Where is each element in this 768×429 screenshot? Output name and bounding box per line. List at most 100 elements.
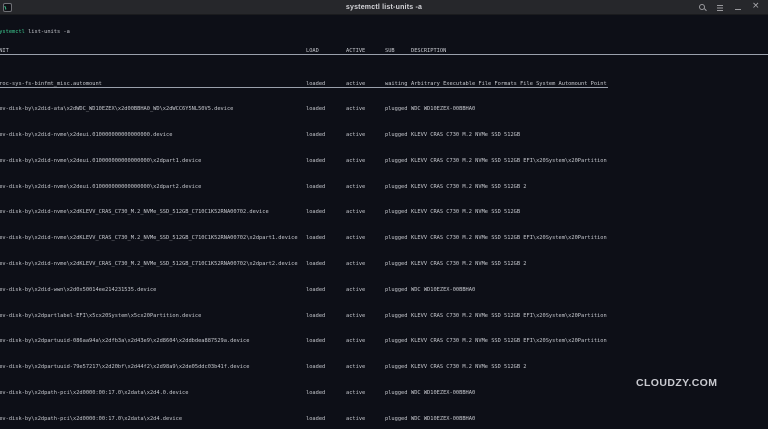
- unit-name: dev-disk-by\x2did-nvme\x2deui.0100000000…: [0, 157, 202, 164]
- unit-description: KLEVV CRAS C730 M.2 NVMe SSD 512GB 2: [411, 261, 527, 268]
- search-icon[interactable]: [698, 3, 706, 11]
- unit-name: dev-disk-by\x2did-nvme\x2deui.0100000000…: [0, 183, 202, 190]
- unit-description: KLEVV CRAS C730 M.2 NVMe SSD 512GB: [411, 209, 521, 216]
- active-state: active: [346, 390, 366, 397]
- table-header-row: UNIT LOAD ACTIVE SUB DESCRIPTION: [0, 48, 768, 56]
- active-state: active: [346, 157, 366, 164]
- load-state: loaded: [306, 183, 326, 190]
- menu-icon[interactable]: [716, 3, 724, 11]
- unit-name: dev-disk-by\x2did-nvme\x2dKLEVV_CRAS_C73…: [0, 235, 298, 242]
- table-row: dev-disk-by\x2did-nvme\x2dKLEVV_CRAS_C73…: [0, 261, 768, 267]
- unit-name: dev-disk-by\x2did-nvme\x2dKLEVV_CRAS_C73…: [0, 261, 298, 268]
- sub-state: plugged: [385, 235, 408, 242]
- table-row: dev-disk-by\x2did-ata\x2dWDC_WD10EZEX\x2…: [0, 106, 768, 112]
- sub-state: plugged: [385, 286, 408, 293]
- table-row: dev-disk-by\x2did-nvme\x2deui.0100000000…: [0, 184, 768, 190]
- window-title: systemctl list-units -a: [345, 3, 423, 11]
- unit-name: dev-disk-by\x2did-ata\x2dWDC_WD10EZEX\x2…: [0, 106, 234, 113]
- active-state: active: [346, 312, 366, 319]
- load-state: loaded: [306, 415, 326, 422]
- table-row: dev-disk-by\x2dpartlabel-EFI\x5cx20Syste…: [0, 313, 768, 319]
- header-sub: SUB: [385, 48, 395, 55]
- unit-description: KLEVV CRAS C730 M.2 NVMe SSD 512GB EFI\x…: [411, 338, 607, 345]
- active-state: active: [346, 209, 366, 216]
- active-state: active: [346, 415, 366, 422]
- active-state: active: [346, 106, 366, 113]
- table-row: dev-disk-by\x2dpartuuid-79e57217\x2d20bf…: [0, 364, 768, 370]
- unit-name: proc-sys-fs-binfmt_misc.automount: [0, 80, 102, 87]
- table-row: dev-disk-by\x2did-nvme\x2deui.0100000000…: [0, 132, 768, 138]
- unit-name: dev-disk-by\x2dpartlabel-EFI\x5cx20Syste…: [0, 312, 202, 319]
- table-row: dev-disk-by\x2dpath-pci\x2d0000:00:17.0\…: [0, 390, 768, 396]
- sub-state: plugged: [385, 390, 408, 397]
- unit-description: WDC WD10EZEX-00BBHA0: [411, 390, 476, 397]
- load-state: loaded: [306, 209, 326, 216]
- load-state: loaded: [306, 106, 326, 113]
- watermark: CLOUDZY.COM: [636, 377, 718, 389]
- close-icon[interactable]: [752, 1, 760, 11]
- sub-state: plugged: [385, 157, 408, 164]
- header-active: ACTIVE: [346, 48, 366, 55]
- minimize-icon[interactable]: [734, 3, 742, 11]
- unit-description: KLEVV CRAS C730 M.2 NVMe SSD 512GB 2: [411, 183, 527, 190]
- active-state: active: [346, 183, 366, 190]
- sub-state: plugged: [385, 209, 408, 216]
- active-state: active: [346, 261, 366, 268]
- active-state: active: [346, 235, 366, 242]
- unit-description: KLEVV CRAS C730 M.2 NVMe SSD 512GB EFI\x…: [411, 157, 607, 164]
- active-state: active: [346, 364, 366, 371]
- command-args: list-units -a: [24, 28, 70, 35]
- header-unit: UNIT: [0, 48, 9, 55]
- load-state: loaded: [306, 261, 326, 268]
- sub-state: plugged: [385, 312, 408, 319]
- sub-state: plugged: [385, 183, 408, 190]
- load-state: loaded: [306, 312, 326, 319]
- load-state: loaded: [306, 132, 326, 139]
- titlebar-buttons: [698, 0, 760, 14]
- unit-name: dev-disk-by\x2did-nvme\x2dKLEVV_CRAS_C73…: [0, 209, 269, 216]
- unit-description: WDC WD10EZEX-00BBHA0: [411, 415, 476, 422]
- table-row: dev-disk-by\x2did-nvme\x2dKLEVV_CRAS_C73…: [0, 209, 768, 215]
- table-row: dev-disk-by\x2did-wwn\x2d0x50014ee214231…: [0, 287, 768, 293]
- active-state: active: [346, 80, 366, 87]
- command-name: systemctl: [0, 28, 25, 35]
- sub-state: waiting: [385, 80, 408, 87]
- header-description: DESCRIPTION: [411, 48, 447, 55]
- unit-name: dev-disk-by\x2did-nvme\x2deui.0100000000…: [0, 132, 173, 139]
- load-state: loaded: [306, 286, 326, 293]
- unit-description: KLEVV CRAS C730 M.2 NVMe SSD 512GB EFI\x…: [411, 312, 607, 319]
- load-state: loaded: [306, 364, 326, 371]
- header-load: LOAD: [306, 48, 319, 55]
- table-row: proc-sys-fs-binfmt_misc.automount loaded…: [0, 80, 768, 89]
- unit-name: dev-disk-by\x2dpartuuid-79e57217\x2d20bf…: [0, 364, 250, 371]
- unit-name: dev-disk-by\x2did-wwn\x2d0x50014ee214231…: [0, 286, 157, 293]
- unit-description: WDC WD10EZEX-00BBHA0: [411, 106, 476, 113]
- table-row: dev-disk-by\x2dpartuuid-086aa94a\x2dfb3a…: [0, 338, 768, 344]
- active-state: active: [346, 338, 366, 345]
- table-row: dev-disk-by\x2did-nvme\x2deui.0100000000…: [0, 158, 768, 164]
- unit-table-body: proc-sys-fs-binfmt_misc.automount loaded…: [0, 68, 768, 429]
- unit-description: KLEVV CRAS C730 M.2 NVMe SSD 512GB: [411, 132, 521, 139]
- unit-name: dev-disk-by\x2dpartuuid-086aa94a\x2dfb3a…: [0, 338, 250, 345]
- active-state: active: [346, 132, 366, 139]
- sub-state: plugged: [385, 261, 408, 268]
- load-state: loaded: [306, 338, 326, 345]
- table-row: dev-disk-by\x2did-nvme\x2dKLEVV_CRAS_C73…: [0, 235, 768, 241]
- load-state: loaded: [306, 390, 326, 397]
- load-state: loaded: [306, 157, 326, 164]
- terminal-app-icon: [3, 2, 12, 12]
- command-line: systemctl list-units -a: [0, 29, 768, 35]
- terminal-titlebar[interactable]: systemctl list-units -a: [0, 0, 768, 15]
- unit-name: dev-disk-by\x2dpath-pci\x2d0000:00:17.0\…: [0, 390, 189, 397]
- load-state: loaded: [306, 80, 326, 87]
- sub-state: plugged: [385, 132, 408, 139]
- terminal-output[interactable]: systemctl list-units -a UNIT LOAD ACTIVE…: [0, 14, 768, 429]
- unit-description: Arbitrary Executable File Formats File S…: [411, 80, 607, 87]
- load-state: loaded: [306, 235, 326, 242]
- sub-state: plugged: [385, 364, 408, 371]
- active-state: active: [346, 286, 366, 293]
- unit-description: WDC WD10EZEX-00BBHA0: [411, 286, 476, 293]
- unit-description: KLEVV CRAS C730 M.2 NVMe SSD 512GB EFI\x…: [411, 235, 607, 242]
- sub-state: plugged: [385, 415, 408, 422]
- table-row: dev-disk-by\x2dpath-pci\x2d0000:00:17.0\…: [0, 416, 768, 422]
